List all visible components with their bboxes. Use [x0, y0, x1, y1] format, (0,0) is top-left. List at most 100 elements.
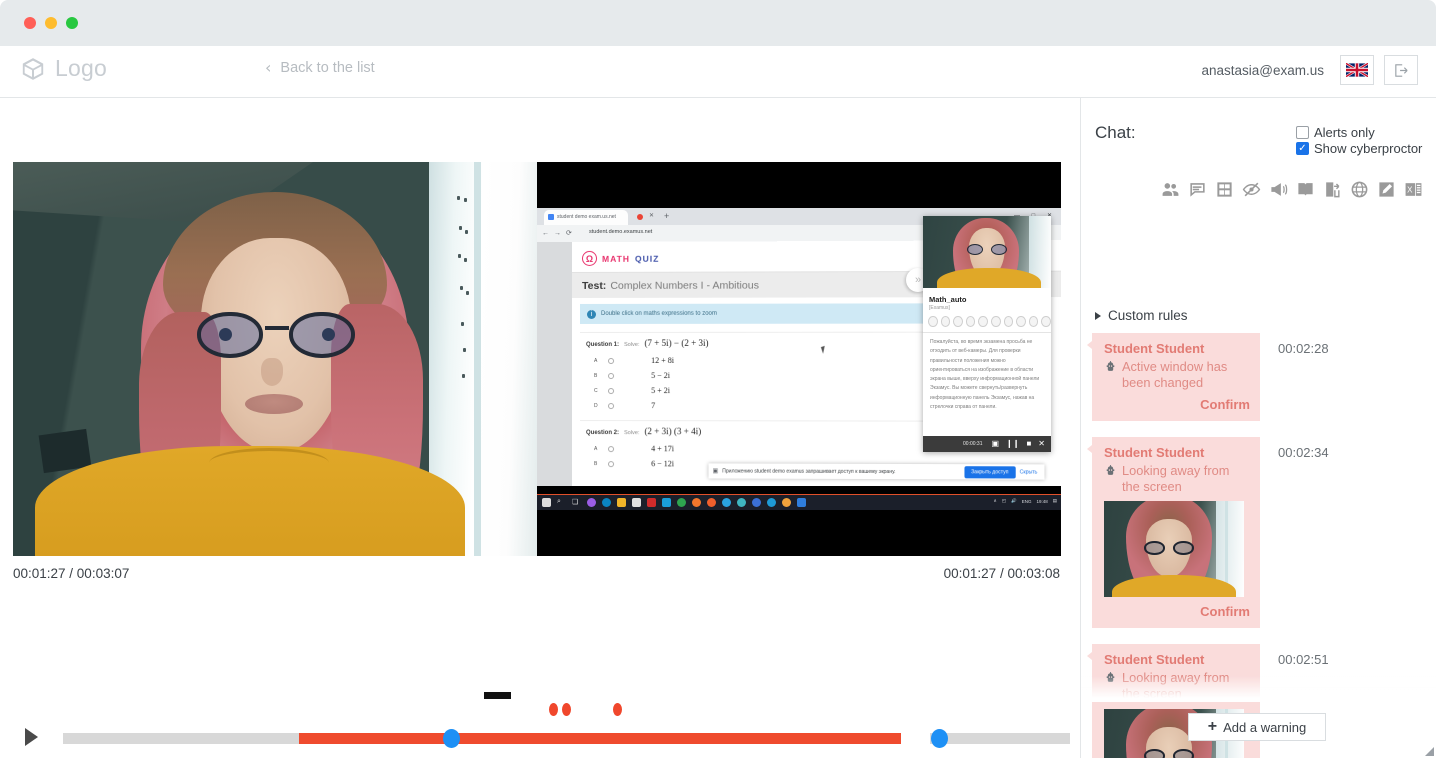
option-radio[interactable] — [608, 372, 615, 379]
speed-slider-track[interactable] — [930, 733, 1070, 744]
close-window-button[interactable] — [24, 17, 36, 29]
option-radio[interactable] — [608, 387, 615, 394]
stop-icon[interactable]: ■ — [1026, 440, 1031, 448]
book-icon[interactable] — [1296, 180, 1315, 199]
plus-icon: + — [1207, 718, 1218, 735]
chat-message-author: Student Student — [1104, 445, 1205, 461]
taskbar-search-icon[interactable]: ⌕ — [557, 498, 566, 507]
taskbar-taskview-icon[interactable]: ❏ — [572, 498, 581, 507]
taskbar-chrome-icon[interactable] — [677, 498, 686, 507]
close-icon[interactable]: ✕ — [1038, 440, 1045, 448]
taskbar-active-chrome-icon[interactable] — [782, 498, 791, 507]
eye-off-icon[interactable] — [1242, 180, 1261, 199]
tray-arrow-icon[interactable]: ∧ — [994, 498, 997, 504]
timeline-marker-red[interactable] — [549, 703, 558, 716]
chat-confirm-button[interactable]: Confirm — [1104, 397, 1250, 412]
show-cyberproctor-checkbox[interactable] — [1296, 142, 1309, 155]
show-cyberproctor-row[interactable]: Show cyberproctor — [1296, 141, 1422, 156]
tray-clock[interactable]: 19:48 — [1036, 499, 1047, 504]
pause-icon[interactable]: ❙❙ — [1006, 440, 1019, 448]
quiz-info-text: Double click on maths expressions to zoo… — [601, 310, 717, 317]
browser-tab[interactable]: student demo exam.us.net — [544, 210, 628, 225]
tray-volume-icon[interactable]: 🔊 — [1011, 498, 1017, 504]
megaphone-icon[interactable] — [1269, 180, 1288, 199]
taskbar-opera-icon[interactable] — [707, 498, 716, 507]
add-warning-button[interactable]: + Add a warning — [1188, 713, 1326, 741]
proctor-divider — [923, 332, 1051, 333]
chat-confirm-button[interactable]: Confirm — [1104, 604, 1250, 619]
taskbar-telegram-icon[interactable] — [722, 498, 731, 507]
taskbar-firefox-icon[interactable] — [692, 498, 701, 507]
language-switch-button[interactable] — [1340, 55, 1374, 85]
logout-button[interactable] — [1384, 55, 1418, 85]
chat-message-bubble[interactable]: Student Student Active window has been c… — [1087, 333, 1260, 422]
play-button[interactable] — [25, 728, 38, 746]
browser-url[interactable]: student.demo.examus.net — [589, 229, 652, 235]
speed-slider-handle[interactable] — [931, 729, 948, 748]
timeline-handle[interactable] — [443, 729, 460, 748]
camera-icon[interactable]: ▣ — [991, 440, 999, 448]
timeline-marker-red[interactable] — [613, 703, 622, 716]
taskbar-explorer-icon[interactable] — [617, 498, 626, 507]
quiz-test-label: Test: — [582, 279, 607, 292]
chat-bubble-icon[interactable] — [1188, 180, 1207, 199]
taskbar-app-icon[interactable] — [587, 498, 596, 507]
chat-message-list[interactable]: Student Student Active window has been c… — [1081, 333, 1436, 758]
taskbar-app4-icon[interactable] — [797, 498, 806, 507]
taskbar-start-icon[interactable] — [542, 498, 551, 507]
option-letter: B — [594, 460, 598, 467]
taskbar-store-icon[interactable] — [632, 498, 641, 507]
taskbar-mail-icon[interactable] — [662, 498, 671, 507]
timeline-marker-red[interactable] — [562, 703, 571, 716]
proctor-icon-3 — [953, 316, 963, 327]
proctor-icon-7 — [1003, 316, 1014, 327]
chat-message-screenshot[interactable] — [1104, 501, 1244, 598]
exit-door-icon[interactable] — [1323, 180, 1342, 199]
stop-sharing-button[interactable]: Закрыть доступ — [963, 465, 1016, 478]
app-logo[interactable]: Logo — [20, 55, 107, 82]
option-radio[interactable] — [608, 402, 615, 409]
tray-network-icon[interactable]: ◰ — [1002, 498, 1006, 504]
hide-share-bar-button[interactable]: Скрыть — [1020, 469, 1041, 475]
new-tab-icon[interactable]: + — [664, 211, 669, 221]
screen-recording-video[interactable]: student demo exam.us.net ✕ + — □ ✕ ←→⟳ s… — [537, 162, 1061, 556]
tab-close-icon[interactable]: ✕ — [649, 212, 654, 219]
cube-icon — [22, 57, 44, 80]
window-resize-grip[interactable] — [1425, 747, 1434, 756]
taskbar-skype-icon[interactable] — [767, 498, 776, 507]
svg-text:X: X — [1407, 186, 1413, 195]
people-icon[interactable] — [1161, 180, 1180, 199]
chat-message-bubble[interactable]: Student Student Looking away from the sc… — [1087, 437, 1260, 629]
webcam-time-label: 00:01:27 / 00:03:07 — [13, 566, 130, 581]
calculator-icon[interactable] — [1215, 180, 1234, 199]
tray-notifications-icon[interactable]: ▤ — [1053, 498, 1057, 504]
quiz-logo-icon: Ω — [582, 250, 598, 266]
back-to-list-link[interactable]: ‹ Back to the list — [265, 60, 375, 77]
pencil-edit-icon[interactable] — [1377, 180, 1396, 199]
chat-message-time: 00:02:34 — [1278, 445, 1329, 461]
webcam-window-frame — [474, 162, 481, 556]
question-solve-word: Solve: — [624, 341, 640, 348]
excel-file-icon[interactable]: X — [1404, 180, 1423, 199]
webcam-video[interactable] — [13, 162, 537, 556]
option-radio[interactable] — [608, 357, 615, 364]
browser-nav-icons[interactable]: ←→⟳ — [542, 229, 577, 237]
taskbar-app2-icon[interactable] — [737, 498, 746, 507]
timeline-marker-black[interactable] — [484, 692, 511, 699]
globe-icon[interactable] — [1350, 180, 1369, 199]
option-radio[interactable] — [608, 460, 615, 467]
option-value: 5 + 2i — [651, 386, 670, 396]
tray-lang-icon[interactable]: ENG — [1022, 499, 1032, 504]
header-right-group: anastasia@exam.us — [1201, 55, 1418, 85]
maximize-window-button[interactable] — [66, 17, 78, 29]
custom-rules-toggle[interactable]: Custom rules — [1095, 308, 1188, 323]
taskbar-app3-icon[interactable] — [752, 498, 761, 507]
taskbar-edge-icon[interactable] — [602, 498, 611, 507]
minimize-window-button[interactable] — [45, 17, 57, 29]
alerts-only-row[interactable]: Alerts only — [1296, 125, 1375, 140]
chat-message-body: Looking away from the screen — [1104, 670, 1250, 701]
taskbar-pdf-icon[interactable] — [647, 498, 656, 507]
option-radio[interactable] — [608, 445, 615, 452]
alerts-only-checkbox[interactable] — [1296, 126, 1309, 139]
robot-icon — [1106, 465, 1115, 476]
